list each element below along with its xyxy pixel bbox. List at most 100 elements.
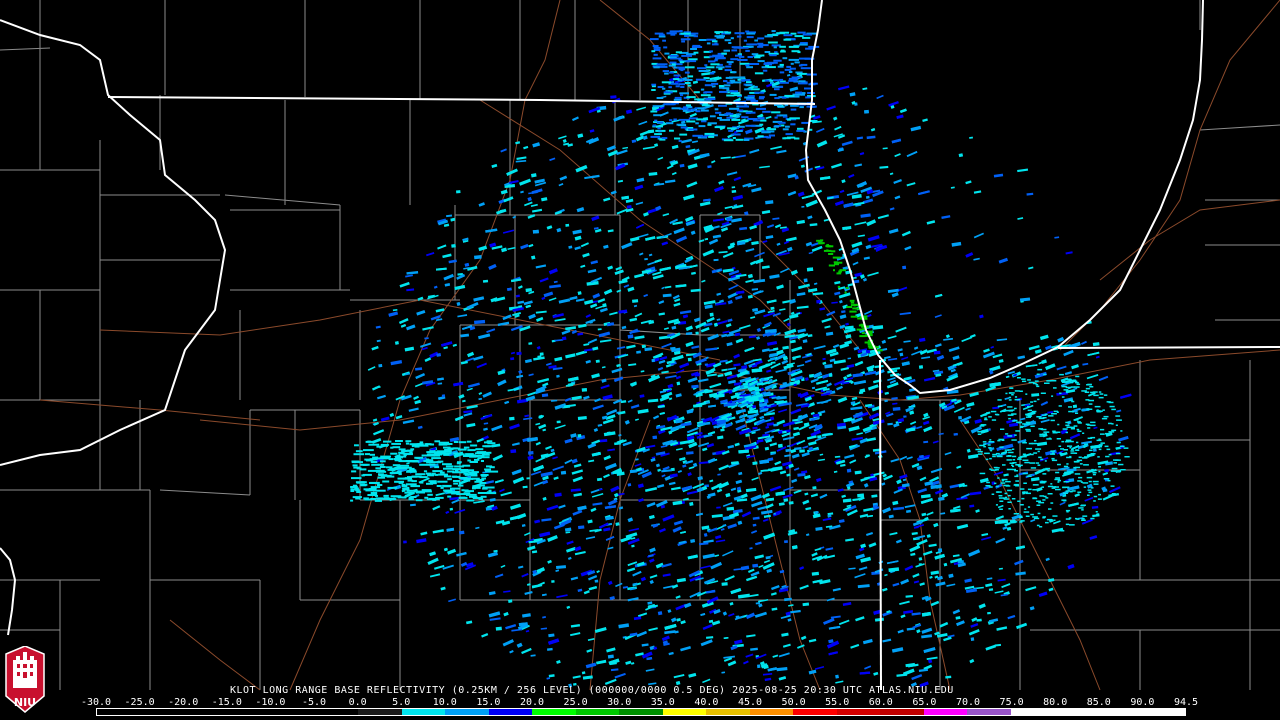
radar-echo: [627, 483, 632, 487]
radar-echo: [1085, 399, 1090, 401]
radar-echo: [443, 446, 451, 449]
radar-echo: [1038, 456, 1042, 459]
radar-echo: [407, 479, 414, 482]
radar-echo: [770, 81, 774, 84]
radar-echo: [714, 35, 725, 38]
radar-echo: [362, 473, 372, 476]
radar-echo: [663, 91, 673, 94]
radar-echo: [1111, 408, 1116, 411]
radar-echo: [1096, 513, 1100, 515]
radar-echo: [1012, 448, 1015, 450]
radar-echo: [999, 446, 1004, 448]
radar-echo: [1039, 495, 1045, 497]
radar-echo: [1053, 486, 1057, 488]
radar-echo: [1084, 443, 1088, 446]
radar-echo: [1025, 428, 1031, 431]
radar-echo: [714, 126, 725, 129]
radar-echo: [392, 446, 401, 449]
radar-echo: [556, 420, 561, 424]
radar-echo: [382, 444, 388, 447]
radar-echo: [723, 49, 730, 52]
radar-echo: [713, 55, 725, 58]
radar-echo: [688, 58, 698, 61]
radar-echo: [447, 478, 452, 481]
scale-label: -15.0: [211, 697, 242, 708]
radar-echo: [679, 61, 685, 64]
radar-echo: [725, 31, 732, 34]
radar-echo: [472, 487, 476, 490]
radar-echo: [350, 488, 354, 491]
radar-echo: [892, 406, 901, 411]
radar-echo: [1098, 438, 1101, 440]
radar-echo: [1063, 449, 1068, 451]
radar-echo: [1097, 456, 1100, 458]
radar-echo: [1055, 477, 1060, 479]
radar-echo: [376, 484, 383, 486]
radar-echo: [980, 424, 987, 426]
radar-echo: [788, 71, 793, 73]
radar-echo: [411, 475, 422, 478]
radar-echo: [708, 60, 716, 63]
radar-echo: [664, 72, 669, 75]
radar-echo: [1098, 396, 1104, 399]
radar-echo: [745, 30, 750, 33]
radar-echo: [402, 485, 408, 487]
radar-echo: [451, 475, 458, 478]
radar-echo: [355, 450, 363, 453]
radar-echo: [399, 467, 408, 470]
radar-echo: [1103, 394, 1108, 396]
scale-label: -30.0: [80, 697, 112, 708]
radar-echo: [764, 51, 771, 53]
radar-echo: [383, 494, 389, 497]
radar-echo: [442, 463, 452, 466]
radar-echo: [1018, 456, 1021, 459]
radar-echo: [1061, 396, 1065, 398]
radar-echo: [733, 94, 742, 97]
radar-echo: [434, 451, 445, 454]
radar-echo: [704, 363, 709, 366]
radar-echo: [757, 117, 765, 120]
radar-echo: [669, 129, 674, 132]
radar-echo: [1022, 380, 1027, 383]
radar-echo: [680, 38, 691, 41]
radar-echo: [1008, 451, 1014, 454]
radar-echo: [352, 496, 362, 499]
radar-echo: [1111, 493, 1116, 495]
radar-echo: [685, 104, 691, 107]
radar-echo: [736, 109, 744, 112]
radar-echo: [410, 485, 420, 488]
radar-echo: [697, 67, 707, 70]
radar-echo: [777, 121, 786, 124]
radar-echo: [675, 51, 682, 54]
radar-echo: [467, 459, 471, 462]
radar-echo: [1078, 476, 1083, 479]
radar-echo: [738, 55, 745, 58]
radar-echo: [985, 485, 991, 487]
radar-echo: [700, 88, 705, 91]
radar-echo: [488, 470, 499, 473]
radar-echo: [681, 54, 692, 57]
radar-echo: [684, 35, 689, 37]
radar-echo: [495, 626, 502, 631]
radar-echo: [859, 335, 866, 338]
radar-echo: [589, 320, 593, 324]
radar-echo: [1098, 493, 1101, 496]
radar-echo: [458, 530, 465, 535]
radar-echo: [1086, 408, 1093, 410]
radar-echo: [743, 39, 747, 42]
radar-echo: [779, 63, 784, 66]
radar-echo: [1043, 373, 1047, 376]
radar-echo: [989, 439, 992, 441]
radar-echo: [918, 563, 922, 566]
radar-echo: [845, 287, 849, 289]
radar-echo: [1008, 508, 1011, 510]
radar-echo: [1081, 390, 1087, 392]
radar-echo: [1069, 455, 1072, 458]
radar-echo: [1065, 431, 1068, 434]
radar-echo: [1017, 458, 1022, 460]
radar-echo: [744, 139, 750, 141]
radar-echo: [510, 449, 517, 454]
radar-echo: [828, 253, 834, 255]
radar-echo: [801, 121, 809, 124]
radar-echo: [526, 477, 530, 480]
